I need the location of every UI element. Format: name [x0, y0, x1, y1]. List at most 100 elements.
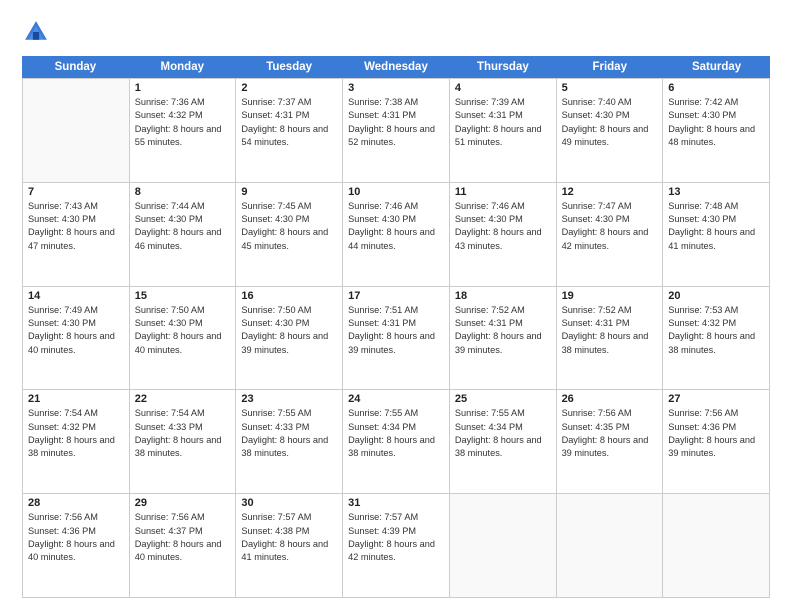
cal-cell-18: 18 Sunrise: 7:52 AMSunset: 4:31 PMDayligh… — [450, 287, 557, 390]
day-info: Sunrise: 7:39 AMSunset: 4:31 PMDaylight:… — [455, 96, 551, 149]
cal-cell-3: 3 Sunrise: 7:38 AMSunset: 4:31 PMDaylight… — [343, 79, 450, 182]
day-number: 1 — [135, 82, 231, 94]
header-day-sunday: Sunday — [22, 56, 129, 78]
day-number: 18 — [455, 290, 551, 302]
day-info: Sunrise: 7:56 AMSunset: 4:36 PMDaylight:… — [28, 511, 124, 564]
cal-cell-9: 9 Sunrise: 7:45 AMSunset: 4:30 PMDaylight… — [236, 183, 343, 286]
day-info: Sunrise: 7:56 AMSunset: 4:36 PMDaylight:… — [668, 407, 764, 460]
day-info: Sunrise: 7:42 AMSunset: 4:30 PMDaylight:… — [668, 96, 764, 149]
day-number: 10 — [348, 186, 444, 198]
cal-cell-19: 19 Sunrise: 7:52 AMSunset: 4:31 PMDayligh… — [557, 287, 664, 390]
cal-cell-5: 5 Sunrise: 7:40 AMSunset: 4:30 PMDaylight… — [557, 79, 664, 182]
day-info: Sunrise: 7:52 AMSunset: 4:31 PMDaylight:… — [455, 304, 551, 357]
day-number: 19 — [562, 290, 658, 302]
logo-icon — [22, 18, 50, 46]
day-info: Sunrise: 7:50 AMSunset: 4:30 PMDaylight:… — [135, 304, 231, 357]
day-info: Sunrise: 7:49 AMSunset: 4:30 PMDaylight:… — [28, 304, 124, 357]
cal-cell-4: 4 Sunrise: 7:39 AMSunset: 4:31 PMDaylight… — [450, 79, 557, 182]
day-number: 21 — [28, 393, 124, 405]
cal-cell-empty-0-0 — [23, 79, 130, 182]
cal-cell-20: 20 Sunrise: 7:53 AMSunset: 4:32 PMDayligh… — [663, 287, 770, 390]
day-number: 13 — [668, 186, 764, 198]
cal-cell-22: 22 Sunrise: 7:54 AMSunset: 4:33 PMDayligh… — [130, 390, 237, 493]
cal-cell-25: 25 Sunrise: 7:55 AMSunset: 4:34 PMDayligh… — [450, 390, 557, 493]
day-info: Sunrise: 7:45 AMSunset: 4:30 PMDaylight:… — [241, 200, 337, 253]
header-day-saturday: Saturday — [663, 56, 770, 78]
day-info: Sunrise: 7:38 AMSunset: 4:31 PMDaylight:… — [348, 96, 444, 149]
day-number: 7 — [28, 186, 124, 198]
cal-cell-31: 31Sunrise: 7:57 AMSunset: 4:39 PMDayligh… — [343, 494, 450, 597]
day-number: 2 — [241, 82, 337, 94]
week-row-3: 14 Sunrise: 7:49 AMSunset: 4:30 PMDayligh… — [22, 286, 770, 390]
cal-cell-6: 6 Sunrise: 7:42 AMSunset: 4:30 PMDaylight… — [663, 79, 770, 182]
day-info: Sunrise: 7:55 AMSunset: 4:34 PMDaylight:… — [455, 407, 551, 460]
day-number: 4 — [455, 82, 551, 94]
header-day-thursday: Thursday — [449, 56, 556, 78]
header-day-monday: Monday — [129, 56, 236, 78]
cal-cell-17: 17 Sunrise: 7:51 AMSunset: 4:31 PMDayligh… — [343, 287, 450, 390]
day-info: Sunrise: 7:51 AMSunset: 4:31 PMDaylight:… — [348, 304, 444, 357]
day-info: Sunrise: 7:46 AMSunset: 4:30 PMDaylight:… — [348, 200, 444, 253]
day-number: 6 — [668, 82, 764, 94]
day-info: Sunrise: 7:47 AMSunset: 4:30 PMDaylight:… — [562, 200, 658, 253]
day-number: 16 — [241, 290, 337, 302]
logo — [22, 18, 54, 46]
cal-cell-16: 16 Sunrise: 7:50 AMSunset: 4:30 PMDayligh… — [236, 287, 343, 390]
week-row-1: 1 Sunrise: 7:36 AMSunset: 4:32 PMDaylight… — [22, 78, 770, 182]
week-row-5: 28 Sunrise: 7:56 AMSunset: 4:36 PMDayligh… — [22, 493, 770, 598]
day-info: Sunrise: 7:54 AMSunset: 4:33 PMDaylight:… — [135, 407, 231, 460]
day-info: Sunrise: 7:57 AMSunset: 4:38 PMDaylight:… — [241, 511, 337, 564]
day-info: Sunrise: 7:43 AMSunset: 4:30 PMDaylight:… — [28, 200, 124, 253]
calendar-body: 1 Sunrise: 7:36 AMSunset: 4:32 PMDaylight… — [22, 78, 770, 598]
cal-cell-2: 2Sunrise: 7:37 AMSunset: 4:31 PMDaylight… — [236, 79, 343, 182]
day-number: 12 — [562, 186, 658, 198]
cal-cell-21: 21 Sunrise: 7:54 AMSunset: 4:32 PMDayligh… — [23, 390, 130, 493]
header-day-tuesday: Tuesday — [236, 56, 343, 78]
day-number: 14 — [28, 290, 124, 302]
cal-cell-7: 7 Sunrise: 7:43 AMSunset: 4:30 PMDaylight… — [23, 183, 130, 286]
day-number: 9 — [241, 186, 337, 198]
cal-cell-24: 24Sunrise: 7:55 AMSunset: 4:34 PMDayligh… — [343, 390, 450, 493]
day-number: 5 — [562, 82, 658, 94]
cal-cell-29: 29 Sunrise: 7:56 AMSunset: 4:37 PMDayligh… — [130, 494, 237, 597]
cal-cell-empty-4-4 — [450, 494, 557, 597]
week-row-2: 7 Sunrise: 7:43 AMSunset: 4:30 PMDaylight… — [22, 182, 770, 286]
day-number: 17 — [348, 290, 444, 302]
day-info: Sunrise: 7:56 AMSunset: 4:37 PMDaylight:… — [135, 511, 231, 564]
day-info: Sunrise: 7:50 AMSunset: 4:30 PMDaylight:… — [241, 304, 337, 357]
cal-cell-empty-4-6 — [663, 494, 770, 597]
cal-cell-8: 8Sunrise: 7:44 AMSunset: 4:30 PMDaylight… — [130, 183, 237, 286]
calendar-header: SundayMondayTuesdayWednesdayThursdayFrid… — [22, 56, 770, 78]
cal-cell-11: 11Sunrise: 7:46 AMSunset: 4:30 PMDayligh… — [450, 183, 557, 286]
day-number: 29 — [135, 497, 231, 509]
day-number: 28 — [28, 497, 124, 509]
week-row-4: 21 Sunrise: 7:54 AMSunset: 4:32 PMDayligh… — [22, 389, 770, 493]
cal-cell-30: 30Sunrise: 7:57 AMSunset: 4:38 PMDayligh… — [236, 494, 343, 597]
day-info: Sunrise: 7:44 AMSunset: 4:30 PMDaylight:… — [135, 200, 231, 253]
day-info: Sunrise: 7:36 AMSunset: 4:32 PMDaylight:… — [135, 96, 231, 149]
header-day-friday: Friday — [556, 56, 663, 78]
day-number: 27 — [668, 393, 764, 405]
day-number: 20 — [668, 290, 764, 302]
day-number: 22 — [135, 393, 231, 405]
day-info: Sunrise: 7:57 AMSunset: 4:39 PMDaylight:… — [348, 511, 444, 564]
cal-cell-26: 26 Sunrise: 7:56 AMSunset: 4:35 PMDayligh… — [557, 390, 664, 493]
day-number: 11 — [455, 186, 551, 198]
day-info: Sunrise: 7:55 AMSunset: 4:33 PMDaylight:… — [241, 407, 337, 460]
day-info: Sunrise: 7:52 AMSunset: 4:31 PMDaylight:… — [562, 304, 658, 357]
day-number: 25 — [455, 393, 551, 405]
cal-cell-14: 14 Sunrise: 7:49 AMSunset: 4:30 PMDayligh… — [23, 287, 130, 390]
day-info: Sunrise: 7:48 AMSunset: 4:30 PMDaylight:… — [668, 200, 764, 253]
cal-cell-12: 12 Sunrise: 7:47 AMSunset: 4:30 PMDayligh… — [557, 183, 664, 286]
day-info: Sunrise: 7:53 AMSunset: 4:32 PMDaylight:… — [668, 304, 764, 357]
day-info: Sunrise: 7:54 AMSunset: 4:32 PMDaylight:… — [28, 407, 124, 460]
day-info: Sunrise: 7:56 AMSunset: 4:35 PMDaylight:… — [562, 407, 658, 460]
cal-cell-empty-4-5 — [557, 494, 664, 597]
day-number: 26 — [562, 393, 658, 405]
cal-cell-13: 13 Sunrise: 7:48 AMSunset: 4:30 PMDayligh… — [663, 183, 770, 286]
day-info: Sunrise: 7:40 AMSunset: 4:30 PMDaylight:… — [562, 96, 658, 149]
day-number: 3 — [348, 82, 444, 94]
cal-cell-28: 28 Sunrise: 7:56 AMSunset: 4:36 PMDayligh… — [23, 494, 130, 597]
calendar: SundayMondayTuesdayWednesdayThursdayFrid… — [22, 56, 770, 598]
day-number: 24 — [348, 393, 444, 405]
